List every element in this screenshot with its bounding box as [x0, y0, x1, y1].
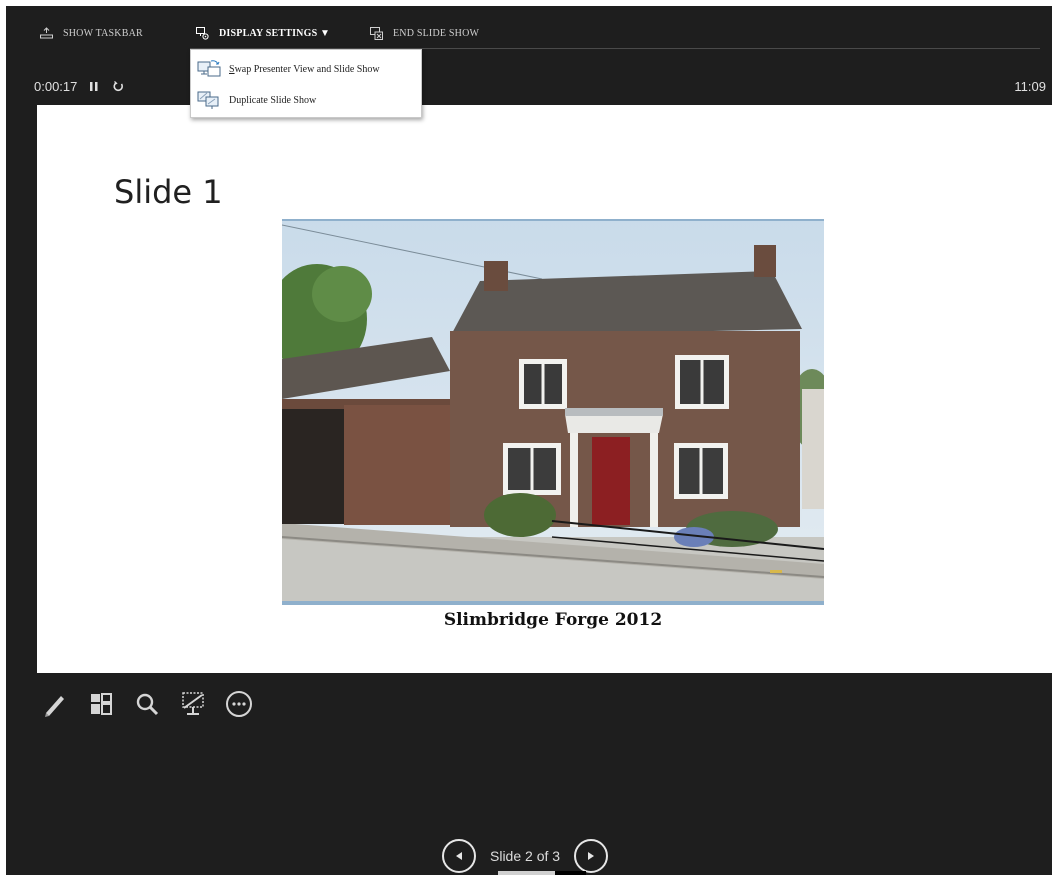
slide-progress-bar [498, 871, 586, 875]
end-slide-show-button[interactable]: END SLIDE SHOW [370, 25, 479, 41]
swap-displays-icon [197, 60, 221, 77]
black-screen-icon [182, 692, 204, 715]
duplicate-slide-show-item[interactable]: Duplicate Slide Show [197, 87, 417, 113]
swap-presenter-view-item[interactable]: Swap Presenter View and Slide Show [197, 56, 417, 82]
restart-timer-button[interactable] [113, 81, 124, 92]
pause-timer-button[interactable] [89, 81, 99, 92]
end-slide-show-label: END SLIDE SHOW [393, 27, 480, 39]
swap-label: wap Presenter View and Slide Show [234, 63, 380, 75]
house-photo [282, 219, 824, 605]
display-settings-icon [196, 26, 209, 40]
photo-caption: Slimbridge Forge 2012 [443, 610, 663, 630]
see-all-slides-button[interactable] [83, 686, 119, 722]
slide-counter: Slide 2 of 3 [490, 848, 561, 864]
display-settings-menu: Swap Presenter View and Slide Show Dupli… [190, 49, 422, 118]
duplicate-display-icon [197, 91, 219, 109]
next-slide-button[interactable] [574, 839, 609, 873]
display-settings-label: DISPLAY SETTINGS ▼ [219, 27, 331, 39]
taskbar-icon [40, 27, 53, 39]
duplicate-label: Duplicate Slide Show [229, 94, 317, 106]
restart-icon [113, 81, 124, 92]
chevron-left-icon [456, 852, 462, 860]
zoom-button[interactable] [129, 686, 165, 722]
see-all-slides-icon [91, 693, 112, 715]
show-taskbar-label: SHOW TASKBAR [63, 27, 143, 39]
display-settings-button[interactable]: DISPLAY SETTINGS ▼ [187, 20, 331, 46]
presenter-top-bar: SHOW TASKBAR DISPLAY SETTINGS ▼ END SLID… [6, 6, 1052, 48]
current-time: 11:09 [1014, 79, 1046, 94]
end-slide-show-icon [370, 26, 383, 40]
more-options-icon [226, 691, 252, 717]
pen-icon [45, 696, 64, 717]
show-taskbar-button[interactable]: SHOW TASKBAR [40, 25, 143, 41]
black-screen-button[interactable] [175, 686, 211, 722]
pen-tool-button[interactable] [37, 686, 73, 722]
slide-title: Slide 1 [114, 173, 223, 211]
more-options-button[interactable] [221, 686, 257, 722]
pause-icon [90, 82, 98, 91]
timer-controls: 0:00:17 [34, 79, 124, 94]
previous-slide-button[interactable] [442, 839, 476, 873]
slide-progress-fill [498, 871, 556, 875]
zoom-icon [136, 693, 159, 716]
chevron-right-icon [588, 852, 595, 860]
slide-navigation: Slide 2 of 3 [442, 838, 609, 874]
presenter-tools [37, 686, 267, 722]
window-frame-left [0, 0, 6, 875]
elapsed-time: 0:00:17 [34, 79, 78, 94]
current-slide[interactable]: Slide 1 Slimbridge Forge 2012 [37, 105, 1052, 673]
